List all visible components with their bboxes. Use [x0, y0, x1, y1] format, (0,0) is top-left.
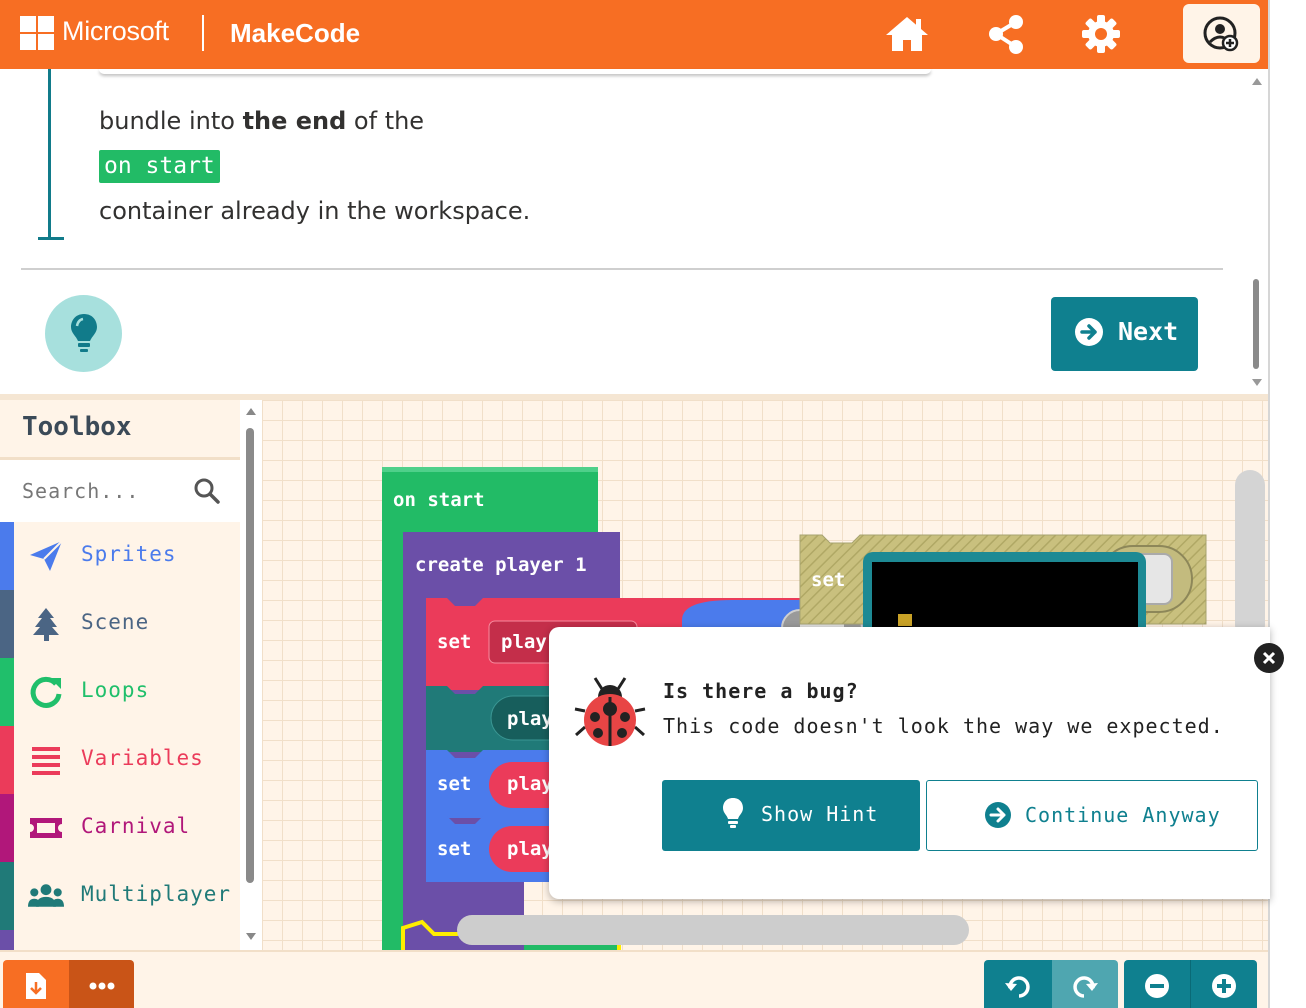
- toolbox-category-loops[interactable]: Loops: [0, 658, 240, 726]
- tree-icon: [33, 608, 59, 641]
- zoom-out-icon: [1145, 974, 1169, 998]
- tutorial-text-line-1: bundle into the end of the: [99, 107, 425, 135]
- right-panel-edge: [1268, 0, 1306, 1008]
- continue-anyway-button[interactable]: Continue Anyway: [926, 780, 1258, 851]
- search-icon[interactable]: [194, 478, 220, 504]
- toolbox-category-multiplayer[interactable]: Multiplayer: [0, 862, 240, 930]
- category-color-stripe: [0, 658, 14, 726]
- product-name: MakeCode: [230, 18, 361, 48]
- category-label: Loops: [81, 678, 150, 702]
- lightbulb-icon: [723, 798, 743, 828]
- zoom-out-button[interactable]: [1124, 960, 1190, 1008]
- redo-icon: [1073, 976, 1098, 998]
- category-color-stripe: [0, 522, 14, 590]
- download-file-icon: [26, 973, 46, 999]
- brand-name: Microsoft: [62, 16, 169, 46]
- zoom-in-icon: [1212, 974, 1236, 998]
- create-player-label: create player 1: [415, 554, 587, 576]
- header-bar: Microsoft MakeCode: [0, 0, 1270, 69]
- undo-button[interactable]: [984, 960, 1052, 1008]
- play-label-2: play: [507, 708, 553, 730]
- category-label: Variables: [81, 746, 204, 770]
- tutorial-card-edge: [99, 69, 931, 74]
- toolbox-scrollbar[interactable]: [246, 428, 254, 883]
- toolbox-category-carnival[interactable]: Carnival: [0, 794, 240, 862]
- show-hint-button[interactable]: Show Hint: [662, 780, 920, 851]
- scroll-up-arrow-icon[interactable]: [1251, 76, 1263, 86]
- close-icon: [1262, 651, 1276, 665]
- category-label: Scene: [81, 610, 150, 634]
- dialog-message: This code doesn't look the way we expect…: [663, 714, 1224, 738]
- tutorial-divider: [21, 268, 1223, 270]
- home-icon[interactable]: [884, 14, 928, 54]
- profile-icon: [1203, 16, 1239, 52]
- toolbox-category-sprites[interactable]: Sprites: [0, 522, 240, 590]
- share-icon[interactable]: [984, 14, 1028, 54]
- set-label-3: set: [437, 838, 472, 860]
- scroll-down-arrow-icon[interactable]: [1251, 378, 1263, 388]
- next-button[interactable]: Next: [1051, 297, 1198, 371]
- toolbox: Toolbox Sprites Scene Loops Variables Ca…: [0, 400, 262, 950]
- tutorial-step-line-end: [38, 237, 64, 240]
- header-divider: [202, 15, 204, 51]
- zoom-in-button[interactable]: [1190, 960, 1257, 1008]
- gear-icon[interactable]: [1081, 14, 1125, 54]
- profile-button[interactable]: [1183, 4, 1260, 63]
- undo-icon: [1005, 976, 1030, 998]
- workspace-vertical-scrollbar[interactable]: [1235, 470, 1265, 640]
- toolbox-search-input[interactable]: [22, 476, 182, 506]
- image-sprite: [898, 614, 912, 626]
- loop-icon: [30, 676, 62, 708]
- category-color-stripe: [0, 726, 14, 794]
- ticket-icon: [30, 818, 62, 838]
- set-label-2: set: [437, 773, 472, 795]
- tutorial-text-line-3: container already in the workspace.: [99, 197, 531, 225]
- set-label-1: set: [437, 631, 472, 653]
- tutorial-step-line: [48, 69, 51, 239]
- tutorial-scrollbar[interactable]: [1253, 279, 1259, 369]
- arrow-right-circle-icon: [985, 802, 1011, 828]
- download-button[interactable]: [3, 960, 69, 1008]
- on-start-label: on start: [393, 489, 485, 511]
- bug-dialog: Is there a bug? This code doesn't look t…: [549, 627, 1284, 899]
- users-icon: [28, 884, 64, 907]
- tutorial-panel: bundle into the end of the on start cont…: [0, 69, 1268, 396]
- toolbox-scroll-down-icon[interactable]: [245, 932, 257, 942]
- bottom-toolbar: [0, 950, 1268, 1008]
- toolbox-category-variables[interactable]: Variables: [0, 726, 240, 794]
- toolbox-scroll-up-icon[interactable]: [245, 406, 257, 416]
- set-label-right: set: [811, 569, 846, 591]
- list-icon: [32, 747, 60, 775]
- workspace-horizontal-scrollbar[interactable]: [457, 915, 969, 945]
- paper-plane-icon: [30, 540, 63, 571]
- category-label: Carnival: [81, 814, 191, 838]
- lightbulb-icon: [71, 314, 97, 352]
- close-dialog-button[interactable]: [1254, 643, 1284, 673]
- more-options-button[interactable]: [69, 960, 134, 1008]
- toolbox-category-scene[interactable]: Scene: [0, 590, 240, 658]
- play-label-1: play: [501, 631, 547, 653]
- ellipsis-icon: [89, 982, 114, 990]
- play-label-3: play: [507, 773, 553, 795]
- ladybug-icon: [574, 677, 646, 746]
- play-label-4: play: [507, 838, 553, 860]
- arrow-right-circle-icon: [1075, 318, 1103, 346]
- toolbox-category-partial[interactable]: [0, 930, 240, 950]
- continue-anyway-label: Continue Anyway: [1025, 803, 1221, 827]
- next-label: Next: [1118, 317, 1179, 346]
- category-color-stripe: [0, 590, 14, 658]
- category-label: Sprites: [81, 542, 177, 566]
- category-color-stripe: [0, 794, 14, 862]
- toolbox-title: Toolbox: [22, 412, 132, 442]
- redo-button[interactable]: [1052, 960, 1118, 1008]
- category-label: Multiplayer: [81, 882, 232, 906]
- show-hint-label: Show Hint: [761, 802, 879, 826]
- on-start-chip: on start: [99, 150, 220, 183]
- microsoft-logo-icon: [20, 16, 54, 50]
- category-color-stripe: [0, 862, 14, 930]
- hint-button[interactable]: [45, 295, 122, 372]
- category-color-stripe: [0, 930, 14, 950]
- dialog-title: Is there a bug?: [663, 679, 859, 703]
- toolbox-search: [0, 460, 240, 522]
